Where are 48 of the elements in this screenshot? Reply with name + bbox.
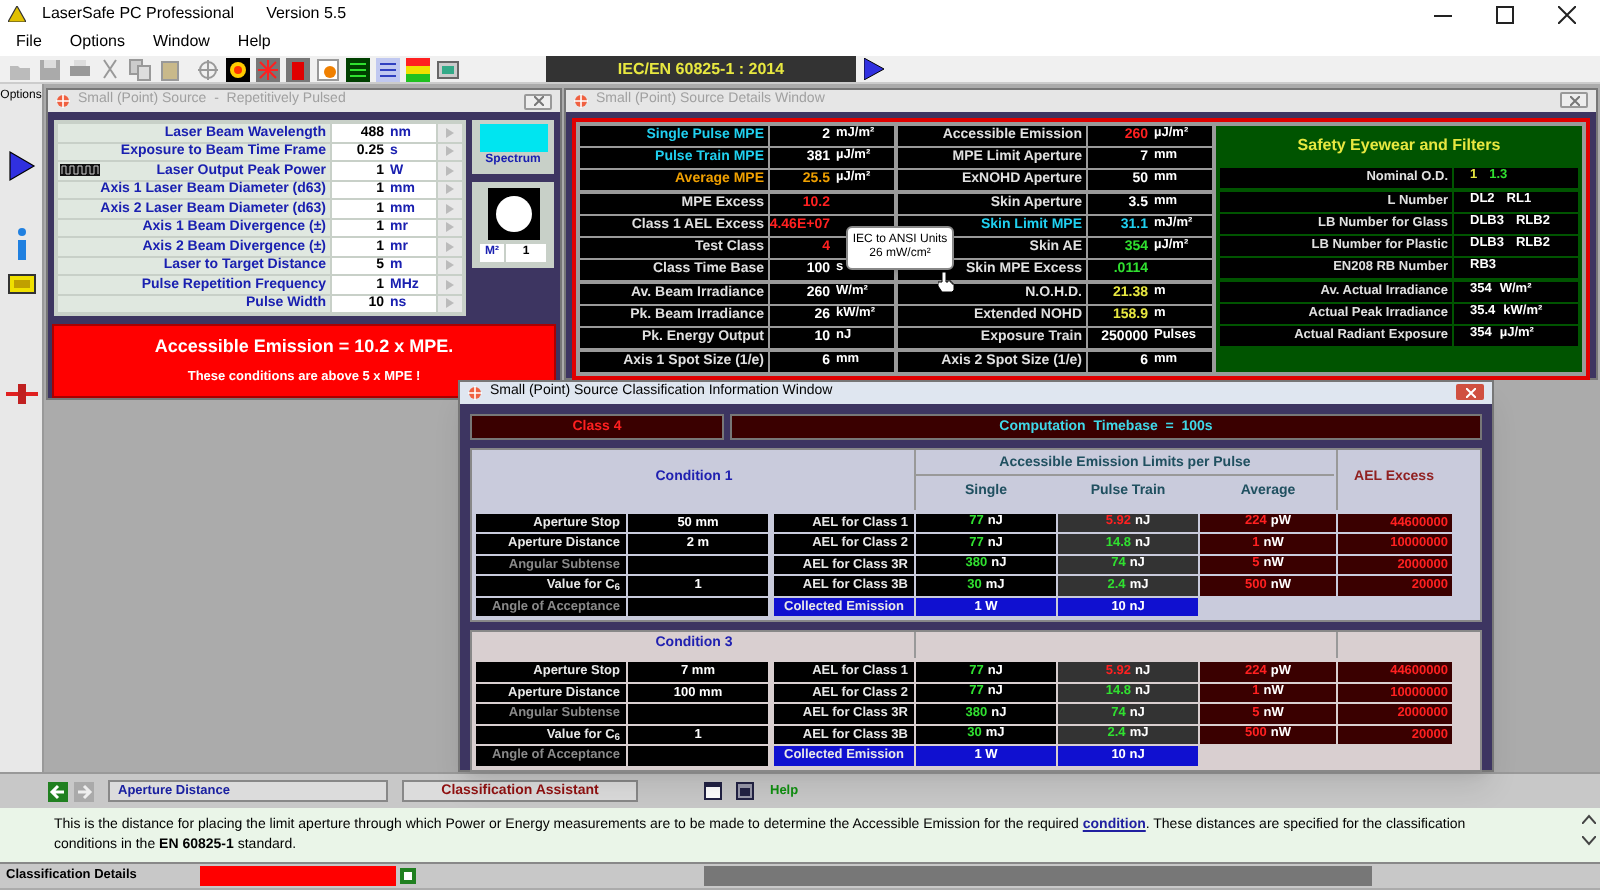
card-icon[interactable] <box>7 274 35 294</box>
close-button[interactable] <box>1456 384 1484 401</box>
play-icon[interactable] <box>7 150 35 182</box>
star-icon[interactable] <box>256 57 280 81</box>
close-icon <box>1569 95 1579 106</box>
play-icon[interactable] <box>864 58 884 80</box>
gradient-icon[interactable] <box>406 57 430 81</box>
close-button[interactable] <box>1560 92 1588 109</box>
back-arrow-icon[interactable] <box>48 781 68 801</box>
copy-icon[interactable] <box>128 57 152 81</box>
condition-parameter-value <box>628 704 768 723</box>
alert-headline: Accessible Emission = 10.2 x MPE. <box>154 334 454 361</box>
condition-parameter-value <box>628 555 768 574</box>
menu-item[interactable]: Window <box>152 30 210 54</box>
close-icon <box>533 96 543 107</box>
pulse-train-icon <box>60 164 100 177</box>
monitor-icon[interactable] <box>436 57 460 81</box>
grid-icon[interactable] <box>376 57 400 81</box>
scroll-down-icon[interactable] <box>1582 836 1596 846</box>
export-icon[interactable] <box>400 868 416 884</box>
save-icon[interactable] <box>38 57 62 81</box>
warning-icon <box>8 6 26 22</box>
sun-icon[interactable] <box>226 57 250 81</box>
maximize-icon[interactable] <box>1496 5 1514 23</box>
eyewear-title: Safety Eyewear and Filters <box>1295 133 1503 158</box>
menu-item[interactable]: Help <box>237 30 271 54</box>
print-icon[interactable] <box>68 57 92 81</box>
close-button[interactable] <box>524 93 552 110</box>
beam-profile-icon <box>487 188 539 241</box>
standard-label: IEC/EN 60825-1 : 2014 <box>546 56 856 82</box>
condition-parameter-value <box>628 597 768 616</box>
menu-item[interactable]: File <box>16 30 42 54</box>
cut-icon[interactable] <box>98 57 122 81</box>
version-label: Version 5.5 <box>266 2 347 26</box>
window-icon <box>468 385 482 400</box>
window-title: LaserSafe PC Professional <box>42 2 235 26</box>
list-icon[interactable] <box>346 57 370 81</box>
paste-icon[interactable] <box>158 57 182 81</box>
scroll-up-icon[interactable] <box>1582 814 1596 824</box>
close-icon[interactable] <box>1558 5 1576 23</box>
window-icon[interactable] <box>704 782 722 800</box>
condition-parameter-value <box>628 746 768 765</box>
window-icon <box>574 93 588 108</box>
flag-icon[interactable] <box>286 57 310 81</box>
close-icon <box>1465 387 1475 398</box>
window-icon <box>56 94 70 109</box>
menu-item[interactable]: Options <box>69 30 125 54</box>
laser-icon[interactable] <box>5 382 37 406</box>
